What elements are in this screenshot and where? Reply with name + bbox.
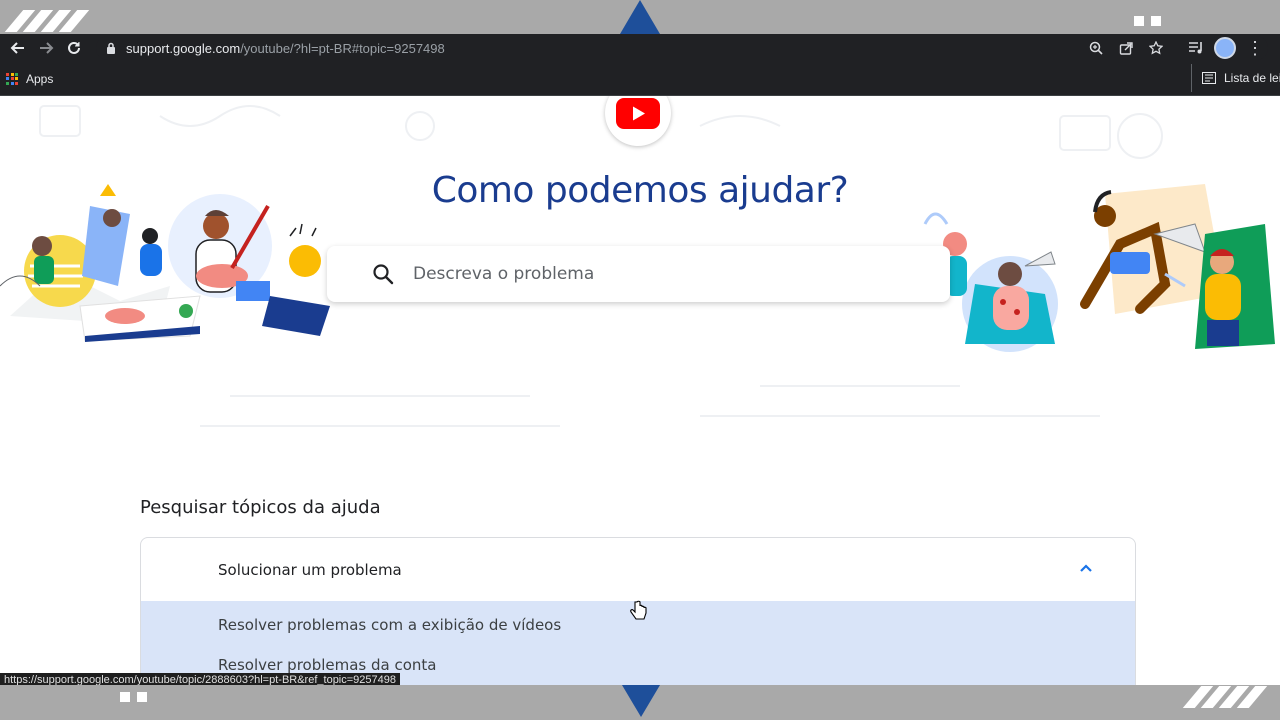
accordion-header-label: Solucionar um problema (218, 560, 402, 579)
decorative-triangle-bottom (622, 685, 660, 717)
status-bar-url: https://support.google.com/youtube/topic… (0, 673, 400, 685)
url-text[interactable]: support.google.com/youtube/?hl=pt-BR#top… (126, 41, 445, 56)
reload-icon (68, 41, 80, 54)
browser-window: support.google.com/youtube/?hl=pt-BR#top… (0, 34, 1280, 685)
reading-list-label: Lista de leitura (1224, 71, 1280, 85)
back-arrow-icon (10, 42, 24, 54)
address-bar[interactable]: support.google.com/youtube/?hl=pt-BR#top… (96, 36, 1268, 60)
lock-icon[interactable] (104, 41, 118, 55)
search-input[interactable]: Descreva o problema (413, 264, 594, 284)
search-icon[interactable] (371, 262, 395, 286)
apps-grid-icon (6, 72, 18, 85)
decorative-triangle-top (620, 0, 660, 34)
share-icon[interactable] (1114, 36, 1138, 60)
apps-shortcut[interactable]: Apps (6, 72, 53, 86)
url-path: /youtube/?hl=pt-BR#topic=9257498 (240, 40, 445, 56)
reading-list-button[interactable]: Lista de leitura (1191, 64, 1280, 92)
browser-toolbar: support.google.com/youtube/?hl=pt-BR#top… (0, 34, 1280, 62)
url-host: support.google.com (126, 40, 241, 56)
reload-button[interactable] (60, 34, 88, 62)
media-playlist-icon[interactable] (1184, 36, 1208, 60)
decorative-square (137, 692, 147, 702)
more-menu-icon[interactable]: ⋮ (1246, 38, 1264, 59)
decorative-square (120, 692, 130, 702)
decorative-stripes-bottom (1182, 686, 1268, 708)
decorative-square (1151, 16, 1161, 26)
apps-label: Apps (26, 71, 54, 86)
topic-link-video-playback[interactable]: Resolver problemas com a exibição de víd… (218, 601, 1135, 645)
bookmark-star-icon[interactable] (1144, 36, 1168, 60)
help-center-page: Como podemos ajudar? Descreva o problema… (0, 96, 1280, 685)
chevron-up-icon[interactable] (1077, 560, 1095, 578)
back-button[interactable] (4, 34, 32, 62)
bookmarks-bar: Apps (0, 62, 1280, 96)
hand-cursor-icon (630, 600, 647, 620)
help-topics-heading: Pesquisar tópicos da ajuda (140, 497, 381, 518)
help-search-box[interactable]: Descreva o problema (327, 246, 950, 302)
hero-title: Como podemos ajudar? (431, 170, 849, 211)
decorative-square (1134, 16, 1144, 26)
youtube-play-icon (616, 97, 660, 129)
zoom-icon[interactable] (1084, 36, 1108, 60)
video-frame: support.google.com/youtube/?hl=pt-BR#top… (0, 0, 1280, 720)
reading-list-icon (1202, 72, 1216, 84)
forward-arrow-icon (40, 42, 54, 54)
decorative-stripes-top (4, 10, 90, 32)
profile-avatar[interactable] (1214, 37, 1236, 59)
forward-button[interactable] (32, 34, 60, 62)
accordion-header-troubleshoot[interactable]: Solucionar um problema (141, 538, 1135, 601)
